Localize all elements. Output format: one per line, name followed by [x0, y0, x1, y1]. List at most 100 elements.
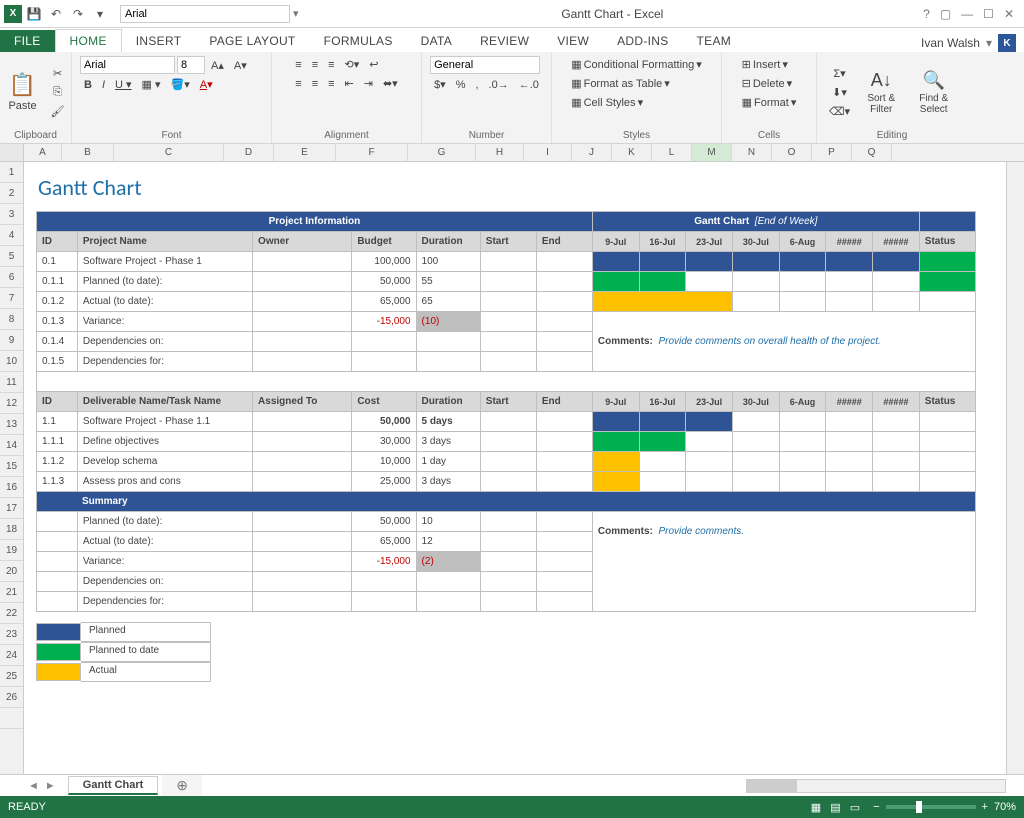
gantt-cell[interactable] [686, 412, 733, 432]
col-header[interactable]: O [772, 144, 812, 161]
paste-button[interactable]: 📋 Paste [2, 68, 42, 116]
cell[interactable] [416, 592, 480, 612]
border-button[interactable]: ▦ ▾ [138, 76, 165, 93]
cell[interactable]: 65 [416, 292, 480, 312]
sort-filter-button[interactable]: A↓ Sort & Filter [858, 66, 904, 119]
col-header[interactable]: M [692, 144, 732, 161]
tab-nav-prev-icon[interactable]: ◄ [28, 780, 39, 792]
cell[interactable]: 100 [416, 252, 480, 272]
cell[interactable] [480, 292, 536, 312]
row-header[interactable] [0, 708, 23, 729]
cell[interactable]: (10) [416, 312, 480, 332]
cell[interactable]: 10,000 [352, 452, 416, 472]
col-header[interactable]: G [408, 144, 476, 161]
row-header[interactable]: 11 [0, 372, 23, 393]
cell[interactable] [919, 452, 975, 472]
row-header[interactable]: 13 [0, 414, 23, 435]
gantt-cell[interactable] [592, 252, 639, 272]
row-header[interactable]: 14 [0, 435, 23, 456]
comma-button[interactable]: , [471, 77, 482, 93]
cell[interactable] [253, 352, 352, 372]
row-header[interactable]: 24 [0, 645, 23, 666]
gantt-cell[interactable] [873, 292, 920, 312]
cell[interactable] [536, 592, 592, 612]
cell[interactable] [352, 592, 416, 612]
cell[interactable]: Actual (to date): [77, 292, 252, 312]
zoom-in-icon[interactable]: + [982, 801, 988, 813]
cell[interactable]: 50,000 [352, 412, 416, 432]
col-header[interactable]: Q [852, 144, 892, 161]
fill-button[interactable]: ⬇▾ [825, 84, 854, 101]
redo-icon[interactable]: ↷ [68, 4, 88, 24]
cell[interactable]: 50,000 [352, 512, 416, 532]
close-icon[interactable]: ✕ [1004, 7, 1014, 21]
user-avatar-icon[interactable]: K [998, 34, 1016, 52]
excel-icon[interactable]: X [4, 5, 22, 23]
format-as-table-button[interactable]: ▦ Format as Table ▾ [567, 75, 674, 92]
font-size-input[interactable] [177, 56, 205, 74]
cell[interactable] [919, 272, 975, 292]
cell[interactable]: Dependencies on: [77, 572, 252, 592]
gantt-cell[interactable] [592, 292, 639, 312]
gantt-cell[interactable] [779, 252, 826, 272]
gantt-cell[interactable] [826, 292, 873, 312]
row-header[interactable]: 19 [0, 540, 23, 561]
merge-button[interactable]: ⬌▾ [379, 75, 402, 92]
cell[interactable] [919, 472, 975, 492]
cell[interactable]: -15,000 [352, 312, 416, 332]
cell[interactable] [536, 512, 592, 532]
cell[interactable]: 0.1.4 [37, 332, 78, 352]
row-header[interactable]: 25 [0, 666, 23, 687]
cell[interactable] [480, 272, 536, 292]
decrease-font-button[interactable]: A▾ [230, 57, 251, 74]
row-header[interactable]: 26 [0, 687, 23, 708]
cell[interactable]: 1.1.3 [37, 472, 78, 492]
row-header[interactable]: 22 [0, 603, 23, 624]
format-cells-button[interactable]: ▦ Format ▾ [738, 94, 801, 111]
row-header[interactable]: 10 [0, 351, 23, 372]
save-icon[interactable]: 💾 [24, 4, 44, 24]
col-header[interactable]: L [652, 144, 692, 161]
minimize-icon[interactable]: — [961, 7, 973, 21]
tab-review[interactable]: REVIEW [466, 30, 543, 52]
cell[interactable] [536, 292, 592, 312]
cell[interactable] [480, 252, 536, 272]
row-header[interactable]: 5 [0, 246, 23, 267]
orientation-button[interactable]: ⟲▾ [341, 56, 364, 73]
fill-color-button[interactable]: 🪣▾ [167, 76, 194, 93]
row-header[interactable]: 1 [0, 162, 23, 183]
gantt-cell[interactable] [732, 272, 779, 292]
align-left-button[interactable]: ≡ [291, 76, 305, 92]
gantt-cell[interactable] [873, 472, 920, 492]
help-icon[interactable]: ? [923, 7, 930, 21]
vertical-scrollbar[interactable] [1006, 162, 1024, 774]
cell[interactable] [536, 312, 592, 332]
cell[interactable] [536, 352, 592, 372]
cell[interactable] [352, 352, 416, 372]
tab-home[interactable]: HOME [55, 29, 122, 52]
cell[interactable]: 0.1 [37, 252, 78, 272]
col-header[interactable]: J [572, 144, 612, 161]
ribbon-options-icon[interactable]: ▢ [940, 7, 951, 21]
row-header[interactable]: 20 [0, 561, 23, 582]
cell[interactable] [253, 512, 352, 532]
cell[interactable] [37, 572, 78, 592]
gantt-cell[interactable] [592, 272, 639, 292]
cell[interactable] [352, 332, 416, 352]
decrease-decimal-button[interactable]: ←.0 [515, 77, 543, 93]
cell[interactable]: Planned (to date): [77, 272, 252, 292]
cell[interactable] [253, 252, 352, 272]
gantt-cell[interactable] [639, 432, 686, 452]
cell[interactable] [253, 532, 352, 552]
decrease-indent-button[interactable]: ⇤ [341, 75, 358, 92]
italic-button[interactable]: I [98, 77, 109, 93]
undo-icon[interactable]: ↶ [46, 4, 66, 24]
col-header[interactable]: F [336, 144, 408, 161]
cell[interactable]: 55 [416, 272, 480, 292]
gantt-cell[interactable] [592, 452, 639, 472]
cell[interactable] [480, 412, 536, 432]
comments-cell[interactable]: Comments: Provide comments. [592, 512, 975, 612]
gantt-cell[interactable] [639, 472, 686, 492]
row-header[interactable]: 18 [0, 519, 23, 540]
cell[interactable]: 3 days [416, 432, 480, 452]
